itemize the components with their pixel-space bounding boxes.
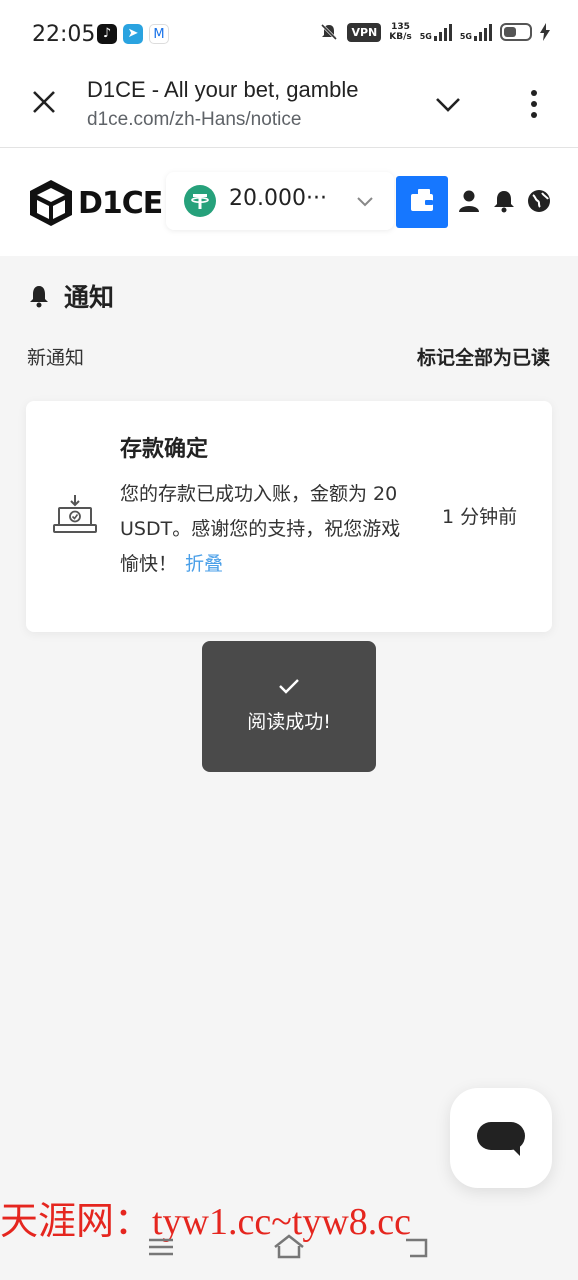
status-bar: 22:05 ♪ ➤ M VPN 135 KB/s 5G 5G bbox=[0, 0, 578, 66]
close-icon[interactable] bbox=[30, 88, 58, 116]
signal-sim2: 5G bbox=[460, 23, 492, 41]
back-icon[interactable] bbox=[400, 1232, 434, 1262]
more-vert-icon[interactable] bbox=[524, 88, 544, 120]
mute-bell-icon bbox=[321, 23, 338, 41]
battery-icon bbox=[500, 23, 532, 41]
status-indicators: VPN 135 KB/s 5G 5G bbox=[319, 22, 550, 42]
page-heading: 通知 bbox=[64, 283, 115, 312]
signal-bars-icon bbox=[433, 23, 452, 41]
usdt-icon bbox=[184, 185, 216, 217]
page-title[interactable]: D1CE - All your bet, gamble bbox=[87, 77, 407, 103]
d1ce-logo[interactable]: D1CE bbox=[28, 178, 163, 228]
bell-icon[interactable] bbox=[491, 188, 517, 214]
bell-icon bbox=[30, 286, 48, 308]
toast: 阅读成功! bbox=[202, 641, 376, 772]
collapse-link[interactable]: 折叠 bbox=[185, 553, 223, 575]
notice-header: 通知 bbox=[28, 278, 114, 314]
menu-icon[interactable] bbox=[144, 1232, 178, 1262]
logo-text: D1CE bbox=[78, 185, 163, 221]
balance-amount: 20.000··· bbox=[229, 186, 327, 211]
home-icon[interactable] bbox=[272, 1232, 306, 1262]
system-nav-bar bbox=[0, 1224, 578, 1280]
site-header: D1CE 20.000··· bbox=[0, 148, 578, 256]
notification-app-icons: ♪ ➤ M bbox=[97, 24, 169, 44]
balance-selector[interactable]: 20.000··· bbox=[166, 172, 394, 230]
chat-support-button[interactable] bbox=[450, 1088, 552, 1188]
signal-bars-icon bbox=[474, 23, 492, 41]
notice-title: 存款确定 bbox=[120, 437, 209, 462]
vpn-badge: VPN bbox=[347, 22, 382, 42]
notice-message: 您的存款已成功入账，金额为 20 USDT。感谢您的支持，祝您游戏愉快！ bbox=[120, 483, 401, 575]
charging-icon bbox=[540, 23, 550, 41]
toast-message: 阅读成功! bbox=[247, 711, 331, 733]
tiktok-icon: ♪ bbox=[97, 24, 117, 44]
check-icon bbox=[279, 679, 299, 694]
deposit-icon bbox=[53, 495, 97, 533]
notice-body: 您的存款已成功入账，金额为 20 USDT。感谢您的支持，祝您游戏愉快！ 折叠 bbox=[120, 477, 410, 582]
cube-logo-icon bbox=[30, 180, 72, 226]
net-speed: 135 KB/s bbox=[389, 22, 412, 42]
user-icon[interactable] bbox=[456, 188, 482, 214]
chevron-down-icon bbox=[357, 197, 373, 207]
new-notices-label: 新通知 bbox=[27, 347, 85, 369]
notice-timestamp: 1 分钟前 bbox=[442, 506, 518, 528]
browser-url-bar: D1CE - All your bet, gamble d1ce.com/zh-… bbox=[0, 66, 578, 148]
chevron-down-icon[interactable] bbox=[434, 90, 462, 118]
globe-icon[interactable] bbox=[526, 188, 552, 214]
notice-card[interactable]: 存款确定 您的存款已成功入账，金额为 20 USDT。感谢您的支持，祝您游戏愉快… bbox=[26, 401, 552, 632]
wallet-button[interactable] bbox=[396, 176, 448, 228]
signal-sim1: 5G bbox=[420, 23, 452, 41]
status-time: 22:05 bbox=[32, 22, 96, 47]
telegram-icon: ➤ bbox=[123, 24, 143, 44]
url-text[interactable]: d1ce.com/zh-Hans/notice bbox=[87, 109, 301, 131]
mark-all-read-button[interactable]: 标记全部为已读 bbox=[417, 343, 550, 370]
wallet-icon bbox=[411, 189, 433, 211]
gmail-icon: M bbox=[149, 24, 169, 44]
